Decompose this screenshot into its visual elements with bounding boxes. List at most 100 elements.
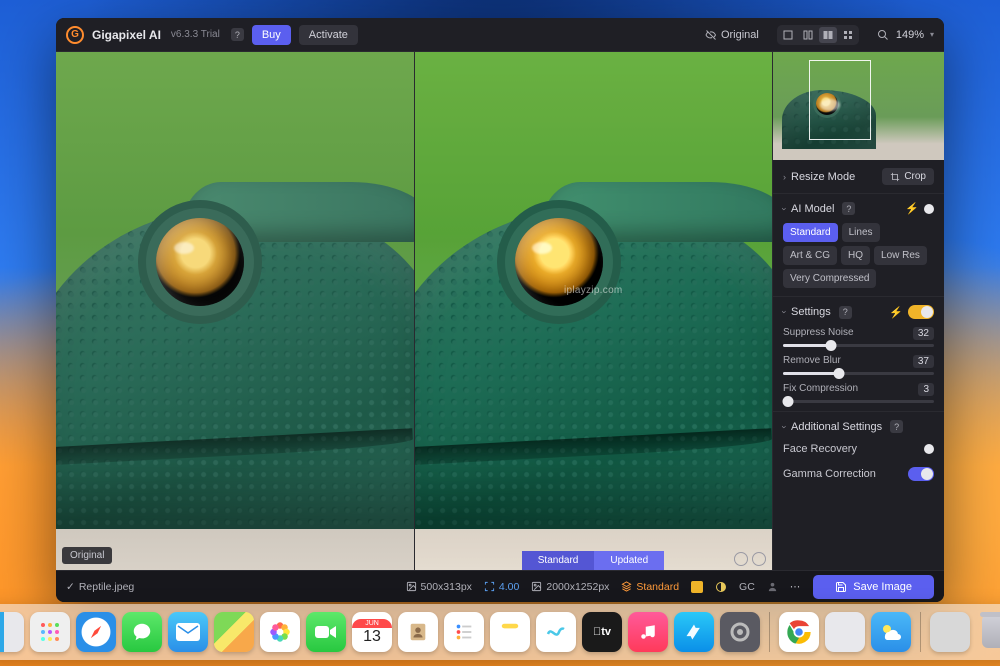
dock-app-icon[interactable] — [825, 612, 865, 652]
sb-filename[interactable]: ✓ Reptile.jpeg — [66, 581, 134, 593]
chevron-right-icon[interactable]: › — [783, 172, 786, 182]
resize-mode-label: Resize Mode — [791, 171, 855, 183]
view-single-icon[interactable] — [779, 27, 797, 43]
model-very-compressed[interactable]: Very Compressed — [783, 269, 876, 288]
chevron-down-icon[interactable]: › — [780, 425, 790, 428]
smile-icon[interactable] — [734, 552, 748, 566]
dock-messages-icon[interactable] — [122, 612, 162, 652]
view-side-by-side-icon[interactable] — [819, 27, 837, 43]
dock-reminders-icon[interactable] — [444, 612, 484, 652]
dock-mail-icon[interactable] — [168, 612, 208, 652]
dock-safari-icon[interactable] — [76, 612, 116, 652]
dock-tv-icon[interactable]: tv — [582, 612, 622, 652]
model-low-res[interactable]: Low Res — [874, 246, 927, 265]
buy-button[interactable]: Buy — [252, 25, 291, 45]
dock-trash-icon[interactable] — [976, 612, 1000, 652]
suppress-noise-slider[interactable] — [783, 344, 934, 347]
gamma-correction-toggle[interactable] — [908, 467, 934, 481]
dock-facetime-icon[interactable] — [306, 612, 346, 652]
help-icon[interactable]: ? — [842, 202, 855, 215]
watermark-text: iplayzip.com — [564, 285, 623, 296]
model-hq[interactable]: HQ — [841, 246, 870, 265]
additional-settings-section: › Additional Settings ? Face Recovery Ga… — [773, 412, 944, 489]
save-image-button[interactable]: Save Image — [813, 575, 934, 599]
dock-photos-icon[interactable] — [260, 612, 300, 652]
compare-tab-updated[interactable]: Updated — [594, 551, 664, 570]
scale-text: 4.00 — [499, 581, 519, 593]
app-version: v6.3.3 Trial — [171, 29, 220, 40]
model-text: Standard — [636, 581, 679, 593]
filename-text: Reptile.jpeg — [79, 581, 134, 593]
help-icon[interactable]: ? — [890, 420, 903, 433]
dock-calendar-icon[interactable]: JUN13 — [352, 612, 392, 652]
sb-more[interactable]: ⋯ — [790, 581, 802, 593]
dock-settings-icon[interactable] — [720, 612, 760, 652]
processed-image — [415, 52, 773, 570]
original-image — [56, 52, 414, 570]
fix-compression-row: Fix Compression3 — [783, 383, 934, 403]
help-icon[interactable]: ? — [839, 306, 852, 319]
dock-notes-icon[interactable] — [490, 612, 530, 652]
dock-chrome-icon[interactable] — [779, 612, 819, 652]
suppress-noise-value: 32 — [913, 327, 934, 340]
cal-month: JUN — [352, 619, 392, 628]
zoom-control[interactable]: 149% ▾ — [877, 29, 934, 41]
frown-icon[interactable] — [752, 552, 766, 566]
view-mode-segment — [777, 25, 859, 45]
auto-settings-toggle[interactable] — [908, 305, 934, 319]
gamma-correction-label: Gamma Correction — [783, 468, 876, 480]
dock-music-icon[interactable] — [628, 612, 668, 652]
crop-button[interactable]: Crop — [882, 168, 934, 185]
model-standard[interactable]: Standard — [783, 223, 838, 242]
compare-tab-standard[interactable]: Standard — [522, 551, 595, 570]
dock-finder-icon[interactable] — [0, 612, 24, 652]
eye-off-icon — [705, 29, 717, 41]
image-icon — [531, 581, 542, 592]
sb-scale[interactable]: 4.00 — [484, 581, 519, 593]
remove-blur-slider[interactable] — [783, 372, 934, 375]
model-art-cg[interactable]: Art & CG — [783, 246, 837, 265]
activate-button[interactable]: Activate — [299, 25, 358, 45]
additional-settings-label: Additional Settings — [791, 421, 882, 433]
settings-label: Settings — [791, 306, 831, 318]
sb-output-dims: 2000x1252px — [531, 581, 609, 593]
dock-weather-icon[interactable] — [871, 612, 911, 652]
dock-freeform-icon[interactable] — [536, 612, 576, 652]
model-lines[interactable]: Lines — [842, 223, 880, 242]
navigator-viewport-rect[interactable] — [809, 60, 871, 140]
zoom-value: 149% — [896, 29, 924, 41]
ai-model-label: AI Model — [791, 203, 834, 215]
dock-appstore-icon[interactable] — [674, 612, 714, 652]
sb-model[interactable]: Standard — [621, 581, 679, 593]
ai-model-options: Standard Lines Art & CG HQ Low Res Very … — [783, 223, 934, 288]
sb-face[interactable] — [767, 581, 778, 592]
view-grid-icon[interactable] — [839, 27, 857, 43]
original-toggle[interactable]: Original — [705, 29, 759, 41]
resize-mode-section: › Resize Mode Crop — [773, 160, 944, 194]
statusbar: ✓ Reptile.jpeg 500x313px 4.00 2000x1252p… — [56, 570, 944, 602]
chevron-down-icon[interactable]: › — [780, 311, 790, 314]
original-pane: Original — [56, 52, 414, 570]
dock-minimized-window[interactable] — [930, 612, 970, 652]
dock-maps-icon[interactable] — [214, 612, 254, 652]
sb-contrast[interactable] — [715, 581, 727, 593]
dock-launchpad-icon[interactable] — [30, 612, 70, 652]
dock-contacts-icon[interactable] — [398, 612, 438, 652]
save-label: Save Image — [853, 581, 912, 593]
app-name: Gigapixel AI — [92, 28, 161, 42]
fix-compression-slider[interactable] — [783, 400, 934, 403]
sb-gc[interactable]: GC — [739, 581, 755, 593]
chevron-down-icon[interactable]: › — [780, 207, 790, 210]
sb-color-swatch[interactable] — [691, 581, 703, 593]
suppress-noise-row: Suppress Noise 32 — [783, 327, 934, 347]
face-recovery-label: Face Recovery — [783, 443, 857, 455]
preview-viewport[interactable]: Original iplayzip.com Standard Updated — [56, 52, 772, 570]
main-content: Original iplayzip.com Standard Updated — [56, 52, 944, 570]
auto-model-toggle[interactable] — [924, 204, 934, 214]
suppress-noise-label: Suppress Noise — [783, 327, 854, 340]
sb-source-dims: 500x313px — [406, 581, 472, 593]
help-icon[interactable]: ? — [231, 28, 244, 41]
navigator-thumbnail[interactable] — [773, 52, 944, 160]
face-recovery-toggle[interactable] — [924, 444, 934, 454]
view-split-icon[interactable] — [799, 27, 817, 43]
